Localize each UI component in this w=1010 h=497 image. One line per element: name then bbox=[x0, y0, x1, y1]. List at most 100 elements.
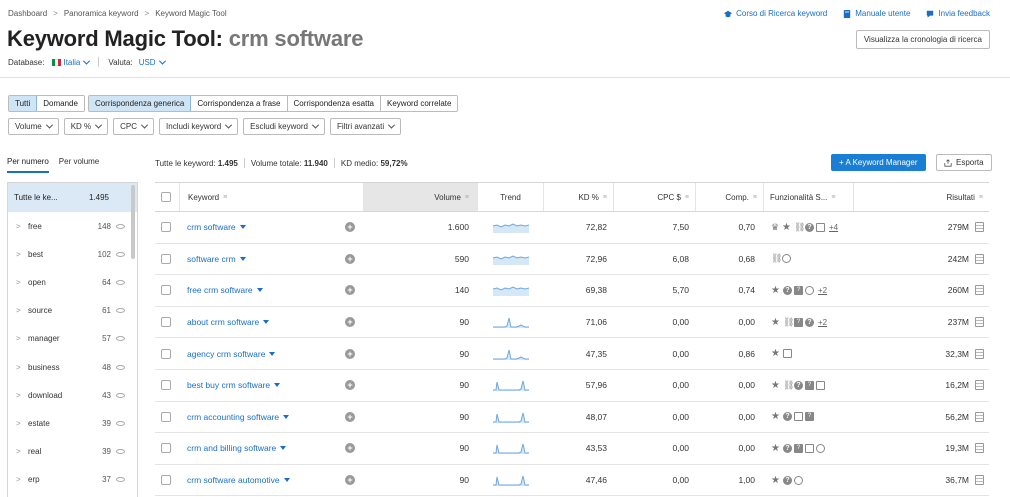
header-keyword[interactable]: Keyword ≡ bbox=[179, 183, 227, 211]
eye-icon[interactable] bbox=[116, 477, 125, 483]
add-to-list-icon[interactable]: + bbox=[345, 475, 355, 486]
row-checkbox[interactable] bbox=[161, 285, 171, 296]
tab-broad-match[interactable]: Corrispondenza generica bbox=[88, 96, 192, 111]
sidebar-item-open[interactable]: > open 64 bbox=[8, 268, 137, 296]
keyword-link[interactable]: about crm software bbox=[187, 317, 259, 327]
manual-link[interactable]: Manuale utente bbox=[843, 9, 910, 18]
header-kd[interactable]: KD % ≡ bbox=[543, 183, 613, 211]
tab-questions[interactable]: Domande bbox=[37, 96, 84, 111]
more-features-link[interactable]: +2 bbox=[818, 318, 827, 327]
add-to-list-icon[interactable]: + bbox=[345, 317, 355, 328]
select-all-checkbox[interactable] bbox=[161, 192, 171, 202]
sidebar-item-erp[interactable]: > erp 37 bbox=[8, 466, 137, 494]
eye-icon[interactable] bbox=[116, 279, 125, 285]
serp-snapshot-icon[interactable] bbox=[975, 411, 984, 422]
course-link[interactable]: Corso di Ricerca keyword bbox=[724, 9, 827, 18]
serp-snapshot-icon[interactable] bbox=[975, 380, 984, 391]
header-serp-features[interactable]: Funzionalità S... ≡ bbox=[763, 183, 853, 211]
currency-select[interactable]: USD bbox=[139, 57, 166, 67]
filter-advanced[interactable]: Filtri avanzati bbox=[329, 118, 402, 135]
tab-by-number[interactable]: Per numero bbox=[7, 157, 49, 173]
header-comp[interactable]: Comp. ≡ bbox=[695, 183, 763, 211]
caret-down-icon[interactable] bbox=[280, 446, 287, 451]
tab-phrase-match[interactable]: Corrispondenza a frase bbox=[191, 96, 288, 111]
eye-icon[interactable] bbox=[116, 364, 125, 370]
add-to-list-icon[interactable]: + bbox=[345, 253, 355, 264]
row-checkbox[interactable] bbox=[161, 411, 171, 422]
row-checkbox[interactable] bbox=[161, 380, 171, 391]
keyword-link[interactable]: agency crm software bbox=[187, 349, 265, 359]
filter-include[interactable]: Includi keyword bbox=[159, 118, 239, 135]
sidebar-item-manager[interactable]: > manager 57 bbox=[8, 325, 137, 353]
feedback-link[interactable]: Invia feedback bbox=[926, 9, 990, 18]
sidebar-item-business[interactable]: > business 48 bbox=[8, 353, 137, 381]
database-select[interactable]: Italia bbox=[50, 57, 91, 67]
more-features-link[interactable]: +2 bbox=[818, 286, 827, 295]
tab-by-volume[interactable]: Per volume bbox=[59, 157, 99, 173]
eye-icon[interactable] bbox=[116, 392, 125, 398]
serp-snapshot-icon[interactable] bbox=[975, 253, 984, 264]
keyword-link[interactable]: software crm bbox=[187, 254, 236, 264]
keyword-link[interactable]: best buy crm software bbox=[187, 380, 270, 390]
caret-down-icon[interactable] bbox=[263, 320, 270, 325]
eye-icon[interactable] bbox=[116, 251, 125, 257]
breadcrumb-overview[interactable]: Panoramica keyword bbox=[64, 9, 139, 18]
caret-down-icon[interactable] bbox=[283, 414, 290, 419]
add-to-list-icon[interactable]: + bbox=[345, 348, 355, 359]
serp-snapshot-icon[interactable] bbox=[975, 285, 984, 296]
keyword-link[interactable]: free crm software bbox=[187, 285, 253, 295]
keyword-link[interactable]: crm accounting software bbox=[187, 412, 279, 422]
keyword-link[interactable]: crm software automotive bbox=[187, 475, 280, 485]
header-cpc[interactable]: CPC $ ≡ bbox=[613, 183, 695, 211]
history-button[interactable]: Visualizza la cronologia di ricerca bbox=[855, 30, 990, 49]
row-checkbox[interactable] bbox=[161, 222, 171, 233]
add-to-list-icon[interactable]: + bbox=[345, 443, 355, 454]
row-checkbox[interactable] bbox=[161, 443, 171, 454]
keyword-link[interactable]: crm and billing software bbox=[187, 443, 276, 453]
caret-down-icon[interactable] bbox=[269, 351, 276, 356]
tab-all[interactable]: Tutti bbox=[9, 96, 38, 111]
serp-snapshot-icon[interactable] bbox=[975, 475, 984, 486]
caret-down-icon[interactable] bbox=[283, 478, 290, 483]
row-checkbox[interactable] bbox=[161, 475, 171, 486]
eye-icon[interactable] bbox=[116, 449, 125, 455]
eye-icon[interactable] bbox=[116, 308, 125, 314]
caret-down-icon[interactable] bbox=[239, 256, 246, 261]
filter-cpc[interactable]: CPC bbox=[113, 118, 155, 135]
sidebar-item-source[interactable]: > source 61 bbox=[8, 297, 137, 325]
serp-snapshot-icon[interactable] bbox=[975, 443, 984, 454]
row-checkbox[interactable] bbox=[161, 317, 171, 328]
sidebar-item-download[interactable]: > download 43 bbox=[8, 381, 137, 409]
eye-icon[interactable] bbox=[116, 336, 125, 342]
add-to-list-icon[interactable]: + bbox=[345, 222, 355, 233]
row-checkbox[interactable] bbox=[161, 348, 171, 359]
add-to-list-icon[interactable]: + bbox=[345, 380, 355, 391]
add-to-list-icon[interactable]: + bbox=[345, 411, 355, 422]
sidebar-item-free[interactable]: > free 148 bbox=[8, 212, 137, 240]
sidebar-item-real[interactable]: > real 39 bbox=[8, 438, 137, 466]
serp-snapshot-icon[interactable] bbox=[975, 222, 984, 233]
caret-down-icon[interactable] bbox=[256, 288, 263, 293]
sidebar-item-estate[interactable]: > estate 39 bbox=[8, 409, 137, 437]
sidebar-item-all[interactable]: Tutte le ke... 1.495 bbox=[8, 183, 137, 212]
tab-exact-match[interactable]: Corrispondenza esatta bbox=[287, 96, 381, 111]
filter-volume[interactable]: Volume bbox=[8, 118, 59, 135]
tab-related[interactable]: Keyword correlate bbox=[381, 96, 458, 111]
breadcrumb-dashboard[interactable]: Dashboard bbox=[8, 9, 47, 18]
export-button[interactable]: Esporta bbox=[936, 154, 992, 171]
more-features-link[interactable]: +4 bbox=[829, 223, 838, 232]
filter-kd[interactable]: KD % bbox=[63, 118, 109, 135]
caret-down-icon[interactable] bbox=[239, 225, 246, 230]
header-volume[interactable]: Volume ≡ bbox=[363, 183, 477, 211]
caret-down-icon[interactable] bbox=[274, 383, 281, 388]
filter-exclude[interactable]: Escludi keyword bbox=[243, 118, 325, 135]
serp-snapshot-icon[interactable] bbox=[975, 317, 984, 328]
keyword-link[interactable]: crm software bbox=[187, 222, 236, 232]
eye-icon[interactable] bbox=[116, 223, 125, 229]
header-results[interactable]: Risultati ≡ bbox=[853, 183, 989, 211]
add-to-list-icon[interactable]: + bbox=[345, 285, 355, 296]
keyword-manager-button[interactable]: + A Keyword Manager bbox=[831, 154, 926, 171]
row-checkbox[interactable] bbox=[161, 253, 171, 264]
eye-icon[interactable] bbox=[116, 420, 125, 426]
serp-snapshot-icon[interactable] bbox=[975, 348, 984, 359]
